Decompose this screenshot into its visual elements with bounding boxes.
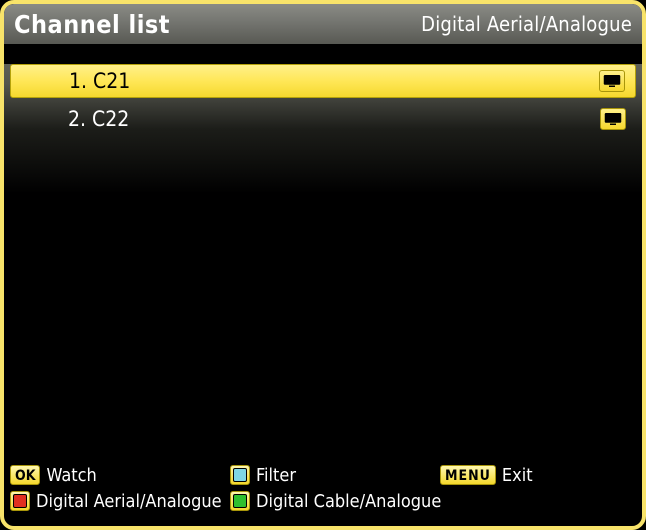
legend-green-label: Digital Cable/Analogue xyxy=(256,491,441,512)
tv-osd-frame: Channel list Digital Aerial/Analogue 1. … xyxy=(0,0,646,530)
screen-subtitle: Digital Aerial/Analogue xyxy=(421,12,632,36)
legend-ok: OK Watch xyxy=(10,465,230,486)
empty-area xyxy=(4,194,642,464)
screen-title: Channel list xyxy=(14,10,170,39)
legend-filter-label: Filter xyxy=(256,465,296,486)
legend-ok-label: Watch xyxy=(46,465,96,486)
channel-number: 2 xyxy=(68,107,80,131)
channel-name: C22 xyxy=(92,107,129,131)
header-bar: Channel list Digital Aerial/Analogue xyxy=(4,4,642,44)
blue-key-icon xyxy=(230,465,250,485)
legend-menu-label: Exit xyxy=(502,465,533,486)
red-key-icon xyxy=(10,491,30,511)
ok-key-icon: OK xyxy=(10,465,40,485)
legend-green: Digital Cable/Analogue xyxy=(230,491,441,512)
legend-red: Digital Aerial/Analogue xyxy=(10,491,230,512)
tv-icon xyxy=(600,108,626,130)
channel-row[interactable]: 1. C21 xyxy=(10,64,636,98)
tv-icon xyxy=(599,70,625,92)
channel-name: C21 xyxy=(93,69,130,93)
legend-filter: Filter xyxy=(230,465,440,486)
footer-legend: OK Watch Filter MENU Exit Digital Aerial… xyxy=(10,462,636,520)
green-key-icon xyxy=(230,491,250,511)
legend-menu: MENU Exit xyxy=(440,465,533,486)
channel-row[interactable]: 2. C22 xyxy=(10,102,636,136)
legend-red-label: Digital Aerial/Analogue xyxy=(36,491,222,512)
channel-list: 1. C21 2. C22 xyxy=(4,64,642,194)
menu-key-icon: MENU xyxy=(440,465,496,485)
channel-number: 1 xyxy=(69,69,81,93)
